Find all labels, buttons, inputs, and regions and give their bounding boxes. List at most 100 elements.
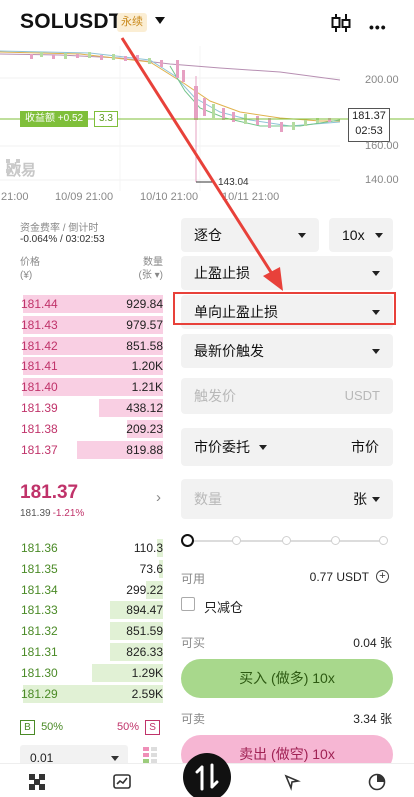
caret-down-icon bbox=[372, 349, 380, 354]
exec-price-value: 市价 bbox=[351, 439, 379, 455]
available-label: 可用 bbox=[181, 572, 206, 586]
bid-row[interactable]: 181.29 2.59K bbox=[20, 684, 163, 704]
price-unit: (¥) bbox=[20, 270, 33, 281]
row-qty: 929.84 bbox=[126, 297, 163, 311]
row-price: 181.44 bbox=[21, 297, 58, 311]
slider-step[interactable] bbox=[379, 536, 388, 545]
bid-row[interactable]: 181.33 894.47 bbox=[20, 600, 163, 620]
exec-type-field[interactable]: 市价委托 市价 bbox=[181, 428, 393, 466]
ask-row[interactable]: 181.40 1.21K bbox=[20, 377, 163, 397]
row-price: 181.39 bbox=[21, 401, 58, 415]
x-axis-tick: 21:00 bbox=[1, 191, 29, 203]
row-qty: 438.12 bbox=[126, 401, 163, 415]
row-qty: 1.21K bbox=[131, 380, 163, 395]
row-price: 181.32 bbox=[21, 624, 58, 639]
row-qty: 1.20K bbox=[131, 359, 163, 374]
trigger-price-input[interactable]: 触发价 USDT bbox=[181, 378, 393, 414]
can-buy-label: 可买 bbox=[181, 636, 206, 650]
row-qty: 851.59 bbox=[126, 624, 163, 639]
candlestick-icon[interactable] bbox=[330, 12, 352, 34]
order-type-select[interactable]: 止盈止损 bbox=[181, 256, 393, 290]
slider-step[interactable] bbox=[232, 536, 241, 545]
row-qty: 826.33 bbox=[126, 645, 163, 659]
ask-row[interactable]: 181.39 438.12 bbox=[20, 398, 163, 418]
ask-row[interactable]: 181.41 1.20K bbox=[20, 356, 163, 376]
bid-row[interactable]: 181.35 73.6 bbox=[20, 559, 163, 579]
qty-column-header[interactable]: 数量 (张 ▾) bbox=[128, 256, 163, 282]
bid-row[interactable]: 181.36 110.3 bbox=[20, 538, 163, 558]
leverage-value: 10x bbox=[342, 227, 365, 243]
sell-ratio-badge: S bbox=[145, 720, 161, 735]
margin-mode-select[interactable]: 逐仓 bbox=[181, 218, 319, 252]
available-value: 0.77 USDT bbox=[309, 570, 369, 584]
more-icon[interactable]: ••• bbox=[369, 19, 387, 35]
symbol-title[interactable]: SOLUSDT bbox=[20, 10, 122, 34]
caret-down-icon bbox=[298, 233, 306, 238]
transfer-plus-icon[interactable]: + bbox=[376, 570, 389, 583]
caret-down-icon bbox=[259, 445, 267, 450]
row-price: 181.38 bbox=[21, 421, 58, 436]
trigger-source-select[interactable]: 最新价触发 bbox=[181, 334, 393, 368]
current-price-tag: 181.37 02:53 bbox=[348, 108, 390, 142]
chevron-down-icon[interactable] bbox=[155, 17, 165, 24]
row-price: 181.37 bbox=[21, 442, 58, 457]
slider-step[interactable] bbox=[331, 536, 340, 545]
profit-badge[interactable]: 收益额 +0.52 bbox=[20, 111, 89, 127]
x-axis-tick: 10/09 21:00 bbox=[55, 191, 114, 203]
position-qty: 3.3 bbox=[94, 111, 118, 127]
reduce-only-checkbox[interactable] bbox=[181, 597, 195, 611]
row-qty: 299.22 bbox=[126, 582, 163, 597]
okx-logo-icon bbox=[6, 159, 20, 173]
qty-unit: (张 ▾) bbox=[138, 270, 163, 281]
row-price: 181.30 bbox=[21, 665, 58, 680]
row-qty: 2.59K bbox=[131, 686, 163, 701]
buy-ratio-badge: B bbox=[20, 720, 35, 735]
discover-icon[interactable] bbox=[283, 773, 301, 791]
trade-button[interactable] bbox=[183, 753, 231, 797]
ask-row[interactable]: 181.37 819.88 bbox=[20, 440, 163, 460]
row-price: 181.31 bbox=[21, 645, 58, 659]
funding-rate-label: 资金费率 / 倒计时 bbox=[20, 223, 99, 234]
chevron-right-icon[interactable]: › bbox=[156, 489, 161, 506]
home-icon[interactable] bbox=[28, 773, 46, 791]
exec-type-value: 市价委托 bbox=[194, 439, 250, 455]
row-price: 181.40 bbox=[21, 380, 58, 395]
current-price: 181.37 bbox=[352, 110, 386, 122]
row-price: 181.33 bbox=[21, 603, 58, 618]
ask-row[interactable]: 181.42 851.58 bbox=[20, 336, 163, 356]
qty-header: 数量 bbox=[143, 257, 163, 268]
bid-row[interactable]: 181.30 1.29K bbox=[20, 663, 163, 683]
ask-row[interactable]: 181.38 209.23 bbox=[20, 419, 163, 439]
quantity-input[interactable]: 数量 张 bbox=[181, 479, 393, 519]
row-price: 181.42 bbox=[21, 338, 58, 353]
ask-row[interactable]: 181.43 979.57 bbox=[20, 315, 163, 335]
row-qty: 979.57 bbox=[126, 317, 163, 332]
row-price: 181.36 bbox=[21, 541, 58, 555]
buy-ratio-value: 50% bbox=[41, 721, 64, 733]
markets-icon[interactable] bbox=[113, 773, 131, 791]
margin-mode-value: 逐仓 bbox=[194, 227, 222, 243]
bid-row[interactable]: 181.32 851.59 bbox=[20, 621, 163, 641]
caret-down-icon bbox=[111, 756, 119, 761]
bid-row[interactable]: 181.34 299.22 bbox=[20, 580, 163, 600]
price-column-header: 价格 (¥) bbox=[20, 256, 40, 282]
leverage-select[interactable]: 10x bbox=[329, 218, 393, 252]
row-price: 181.29 bbox=[21, 686, 58, 701]
row-price: 181.43 bbox=[21, 317, 58, 332]
slider-step[interactable] bbox=[282, 536, 291, 545]
slider-handle[interactable] bbox=[181, 534, 194, 547]
bid-row[interactable]: 181.31 826.33 bbox=[20, 642, 163, 662]
ask-row[interactable]: 181.44 929.84 bbox=[20, 294, 163, 314]
x-axis-tick: 10/10 21:00 bbox=[140, 191, 199, 203]
perpetual-tag: 永续 bbox=[117, 13, 147, 32]
row-price: 181.34 bbox=[21, 582, 58, 597]
row-price: 181.35 bbox=[21, 561, 58, 576]
kline-chart[interactable]: 收益额 +0.52 3.3 181.37 02:53 200.00 160.00… bbox=[0, 46, 414, 206]
watermark: 欧易 bbox=[6, 159, 36, 180]
reduce-only-label[interactable]: 只减仓 bbox=[204, 597, 243, 616]
candle-countdown: 02:53 bbox=[355, 125, 383, 137]
y-axis-tick: 200.00 bbox=[365, 74, 399, 86]
buy-long-button[interactable]: 买入 (做多) 10x bbox=[181, 659, 393, 698]
assets-icon[interactable] bbox=[368, 773, 386, 791]
caret-down-icon bbox=[375, 233, 383, 238]
